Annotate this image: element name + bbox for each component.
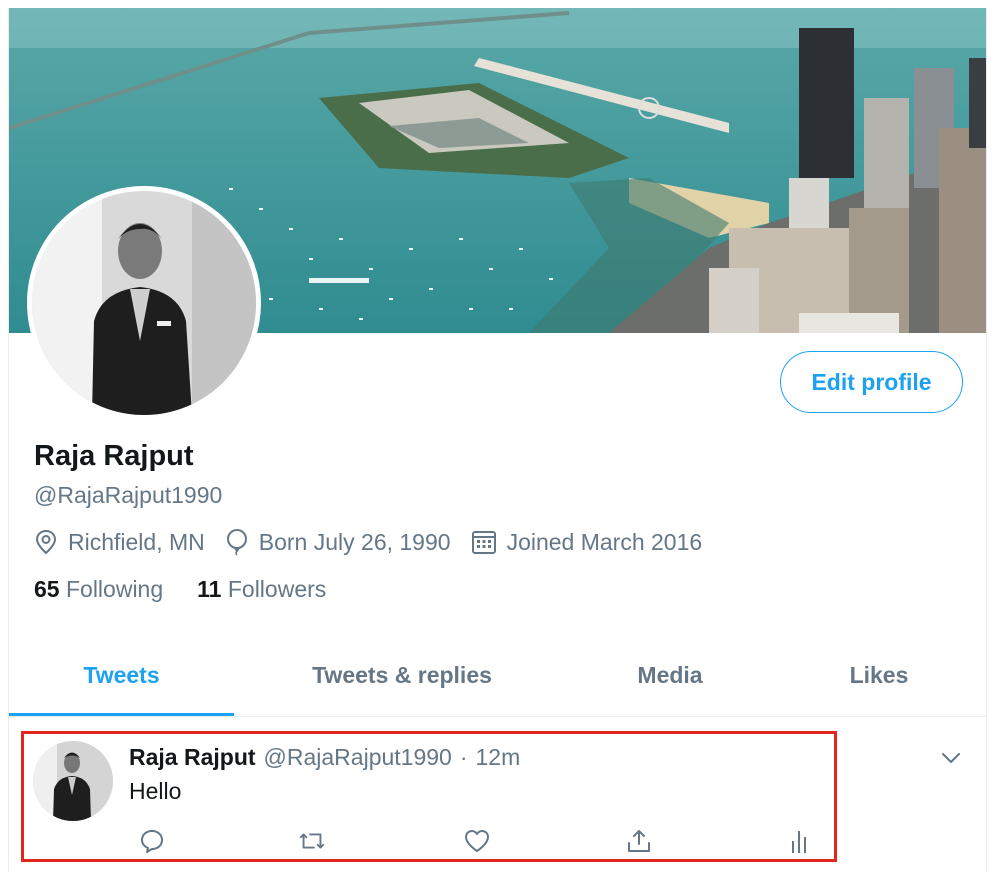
followers-link[interactable]: 11 Followers: [197, 576, 326, 603]
profile-avatar[interactable]: [27, 186, 261, 420]
edit-profile-button[interactable]: Edit profile: [780, 351, 963, 413]
following-label: Following: [65, 576, 164, 602]
tweet-author-name[interactable]: Raja Rajput: [129, 744, 256, 771]
tweet-timestamp[interactable]: 12m: [476, 744, 521, 771]
tab-likes[interactable]: Likes: [770, 634, 986, 716]
profile-tabs: Tweets Tweets & replies Media Likes: [9, 634, 986, 717]
analytics-icon[interactable]: [784, 826, 814, 856]
joined-text: Joined March 2016: [506, 528, 703, 555]
tweet-text: Hello: [129, 778, 182, 804]
followers-label: Followers: [227, 576, 327, 602]
birthday-item: Born July 26, 1990: [225, 528, 451, 556]
following-link[interactable]: 65 Following: [34, 576, 163, 603]
tweet-author-handle[interactable]: @RajaRajput1990: [264, 744, 452, 771]
calendar-icon: [471, 531, 496, 554]
location-text: Richfield, MN: [68, 528, 205, 555]
tab-tweets[interactable]: Tweets: [9, 634, 234, 716]
tweet-actions: [129, 826, 809, 856]
tab-tweets-and-replies[interactable]: Tweets & replies: [234, 634, 570, 716]
retweet-icon[interactable]: [297, 826, 327, 856]
balloon-icon: [226, 528, 247, 556]
profile-page: Edit profile Raja Rajput @RajaRajput1990…: [8, 8, 987, 872]
follow-counts: 65 Following 11 Followers: [34, 576, 360, 603]
tweet-header: Raja Rajput @RajaRajput1990 · 12m: [129, 744, 520, 771]
tweet-separator: ·: [459, 744, 468, 770]
joined-item: Joined March 2016: [471, 528, 703, 556]
location-pin-icon: [35, 529, 57, 555]
tab-media[interactable]: Media: [570, 634, 770, 716]
reply-icon[interactable]: [137, 826, 167, 856]
profile-meta: Richfield, MN Born July 26, 1990 Joined …: [34, 528, 722, 556]
location-item: Richfield, MN: [34, 529, 205, 556]
profile-handle: @RajaRajput1990: [34, 482, 223, 508]
profile-name: Raja Rajput: [34, 440, 194, 472]
share-icon[interactable]: [624, 826, 654, 856]
chevron-down-icon[interactable]: [939, 746, 963, 770]
following-count: 65: [34, 576, 60, 602]
like-icon[interactable]: [462, 826, 492, 856]
tweet-item[interactable]: Raja Rajput @RajaRajput1990 · 12m Hello: [9, 716, 986, 872]
followers-count: 11: [197, 576, 222, 602]
birthday-text: Born July 26, 1990: [258, 528, 451, 555]
tweet-avatar[interactable]: [33, 741, 113, 821]
